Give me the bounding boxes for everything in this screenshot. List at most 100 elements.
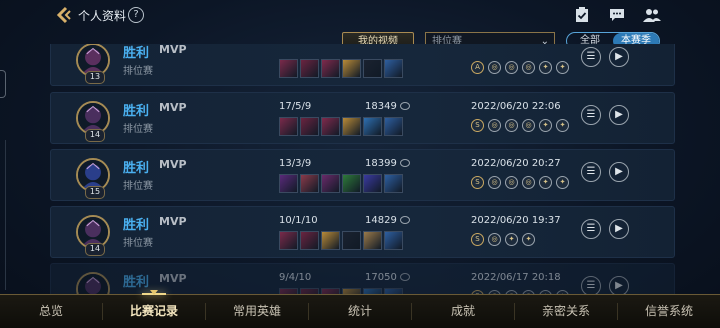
friends-icon[interactable] xyxy=(643,7,661,23)
match-details-button[interactable]: ☰ xyxy=(581,162,601,182)
kda-value: 17/5/9 xyxy=(279,101,312,112)
item-icon xyxy=(363,117,382,136)
page-title: 个人资料 xyxy=(78,9,127,23)
match-details-button[interactable]: ☰ xyxy=(581,47,601,67)
match-history-list[interactable]: 13 胜利 MVP 排位赛 A ◎ ◎ ◎ ✦ ✦ ☰ ▶ 14 胜利 MVP 排位赛 17/5/9 18349… xyxy=(50,44,675,294)
item-icon xyxy=(279,117,298,136)
hero-level-badge: 13 xyxy=(85,71,105,84)
item-icon xyxy=(342,117,361,136)
match-row[interactable]: 14 胜利 MVP 排位赛 17/5/9 18349 2022/06/20 22:06 S ◎ ◎… xyxy=(50,92,675,144)
rune-icon: ✦ xyxy=(556,119,569,132)
item-icon xyxy=(342,174,361,193)
hero-level-badge: 14 xyxy=(85,243,105,256)
rune-icon: ✦ xyxy=(539,61,552,74)
score-value: 17050 xyxy=(365,272,410,283)
item-build xyxy=(279,59,403,78)
item-icon xyxy=(321,174,340,193)
rune-icon: ◎ xyxy=(522,119,535,132)
match-result: 胜利 xyxy=(123,104,150,119)
tab-relationships[interactable]: 亲密关系 xyxy=(515,295,617,328)
rune-summary: S ◎ ◎ ◎ ✦ ✦ xyxy=(471,119,569,132)
match-result: 胜利 xyxy=(123,275,150,290)
item-build xyxy=(279,231,403,250)
score-value: 18349 xyxy=(365,101,410,112)
rune-icon: ✦ xyxy=(522,233,535,246)
replay-button[interactable]: ▶ xyxy=(609,47,629,67)
tab-statistics[interactable]: 统计 xyxy=(309,295,411,328)
hero-level-badge: 15 xyxy=(85,186,105,199)
help-icon[interactable]: ? xyxy=(128,7,144,23)
hero-portrait-icon xyxy=(78,274,108,294)
item-icon xyxy=(279,231,298,250)
score-value: 14829 xyxy=(365,215,410,226)
bottom-tab-bar: 总览 比赛记录 常用英雄 统计 成就 亲密关系 信誉系统 xyxy=(0,290,720,328)
back-chevron-icon[interactable] xyxy=(55,6,73,24)
item-build xyxy=(279,174,403,193)
item-icon xyxy=(300,59,319,78)
rune-icon: ◎ xyxy=(505,119,518,132)
coin-icon xyxy=(399,216,410,224)
coin-icon xyxy=(399,102,410,110)
match-result: 胜利 xyxy=(123,46,150,61)
rune-icon: S xyxy=(471,176,484,189)
score-value: 18399 xyxy=(365,158,410,169)
rune-icon: A xyxy=(471,61,484,74)
rune-icon: ✦ xyxy=(505,233,518,246)
tab-credit-system[interactable]: 信誉系统 xyxy=(618,295,720,328)
replay-button[interactable]: ▶ xyxy=(609,276,629,294)
mvp-badge: MVP xyxy=(159,158,187,171)
match-date: 2022/06/20 19:37 xyxy=(471,215,561,226)
match-row[interactable]: 14 胜利 MVP 排位赛 10/1/10 14829 2022/06/20 19:37 S ◎… xyxy=(50,206,675,258)
tab-common-heroes[interactable]: 常用英雄 xyxy=(206,295,308,328)
item-icon xyxy=(300,117,319,136)
rune-summary: A ◎ ◎ ◎ ✦ ✦ xyxy=(471,61,569,74)
match-details-button[interactable]: ☰ xyxy=(581,105,601,125)
match-date: 2022/06/17 20:18 xyxy=(471,272,561,283)
match-date: 2022/06/20 22:06 xyxy=(471,101,561,112)
mvp-badge: MVP xyxy=(159,272,187,285)
match-mode: 排位赛 xyxy=(123,66,153,77)
match-mode: 排位赛 xyxy=(123,124,153,135)
rune-icon: ◎ xyxy=(488,119,501,132)
item-icon xyxy=(300,174,319,193)
item-icon xyxy=(279,59,298,78)
tab-overview[interactable]: 总览 xyxy=(0,295,102,328)
replay-button[interactable]: ▶ xyxy=(609,162,629,182)
header-bar: 个人资料 ? xyxy=(0,0,720,30)
rune-icon: ◎ xyxy=(522,176,535,189)
coin-icon xyxy=(399,159,410,167)
tab-match-history[interactable]: 比赛记录 xyxy=(103,290,205,328)
rune-icon: S xyxy=(471,119,484,132)
item-build xyxy=(279,117,403,136)
hero-level-badge: 14 xyxy=(85,129,105,142)
match-row[interactable]: 15 胜利 MVP 排位赛 13/3/9 18399 2022/06/20 20:27 S ◎ ◎… xyxy=(50,149,675,201)
replay-button[interactable]: ▶ xyxy=(609,105,629,125)
item-icon xyxy=(384,231,403,250)
edge-divider xyxy=(5,140,6,290)
match-details-button[interactable]: ☰ xyxy=(581,219,601,239)
rune-icon: ◎ xyxy=(488,61,501,74)
match-details-button[interactable]: ☰ xyxy=(581,276,601,294)
kda-value: 9/4/10 xyxy=(279,272,312,283)
rune-icon: ◎ xyxy=(488,176,501,189)
tab-achievements[interactable]: 成就 xyxy=(412,295,514,328)
chat-bubble-icon[interactable] xyxy=(608,7,626,23)
tasks-check-icon[interactable] xyxy=(573,7,591,23)
item-icon xyxy=(321,231,340,250)
item-icon xyxy=(300,231,319,250)
item-icon xyxy=(384,117,403,136)
replay-button[interactable]: ▶ xyxy=(609,219,629,239)
rune-icon: ✦ xyxy=(539,119,552,132)
rune-summary: S ◎ ✦ ✦ xyxy=(471,233,535,246)
item-icon xyxy=(363,174,382,193)
hero-avatar xyxy=(76,272,110,294)
rune-icon: ◎ xyxy=(522,61,535,74)
match-row[interactable]: 14胜利MVP排位赛9/4/10170502022/06/17 20:18S◎◎… xyxy=(50,263,675,294)
item-icon xyxy=(279,174,298,193)
rune-icon: ✦ xyxy=(556,176,569,189)
item-icon xyxy=(384,59,403,78)
item-icon xyxy=(342,231,361,250)
rune-icon: ◎ xyxy=(505,61,518,74)
side-drawer-handle[interactable] xyxy=(0,70,6,98)
match-row[interactable]: 13 胜利 MVP 排位赛 A ◎ ◎ ◎ ✦ ✦ ☰ ▶ xyxy=(50,44,675,86)
